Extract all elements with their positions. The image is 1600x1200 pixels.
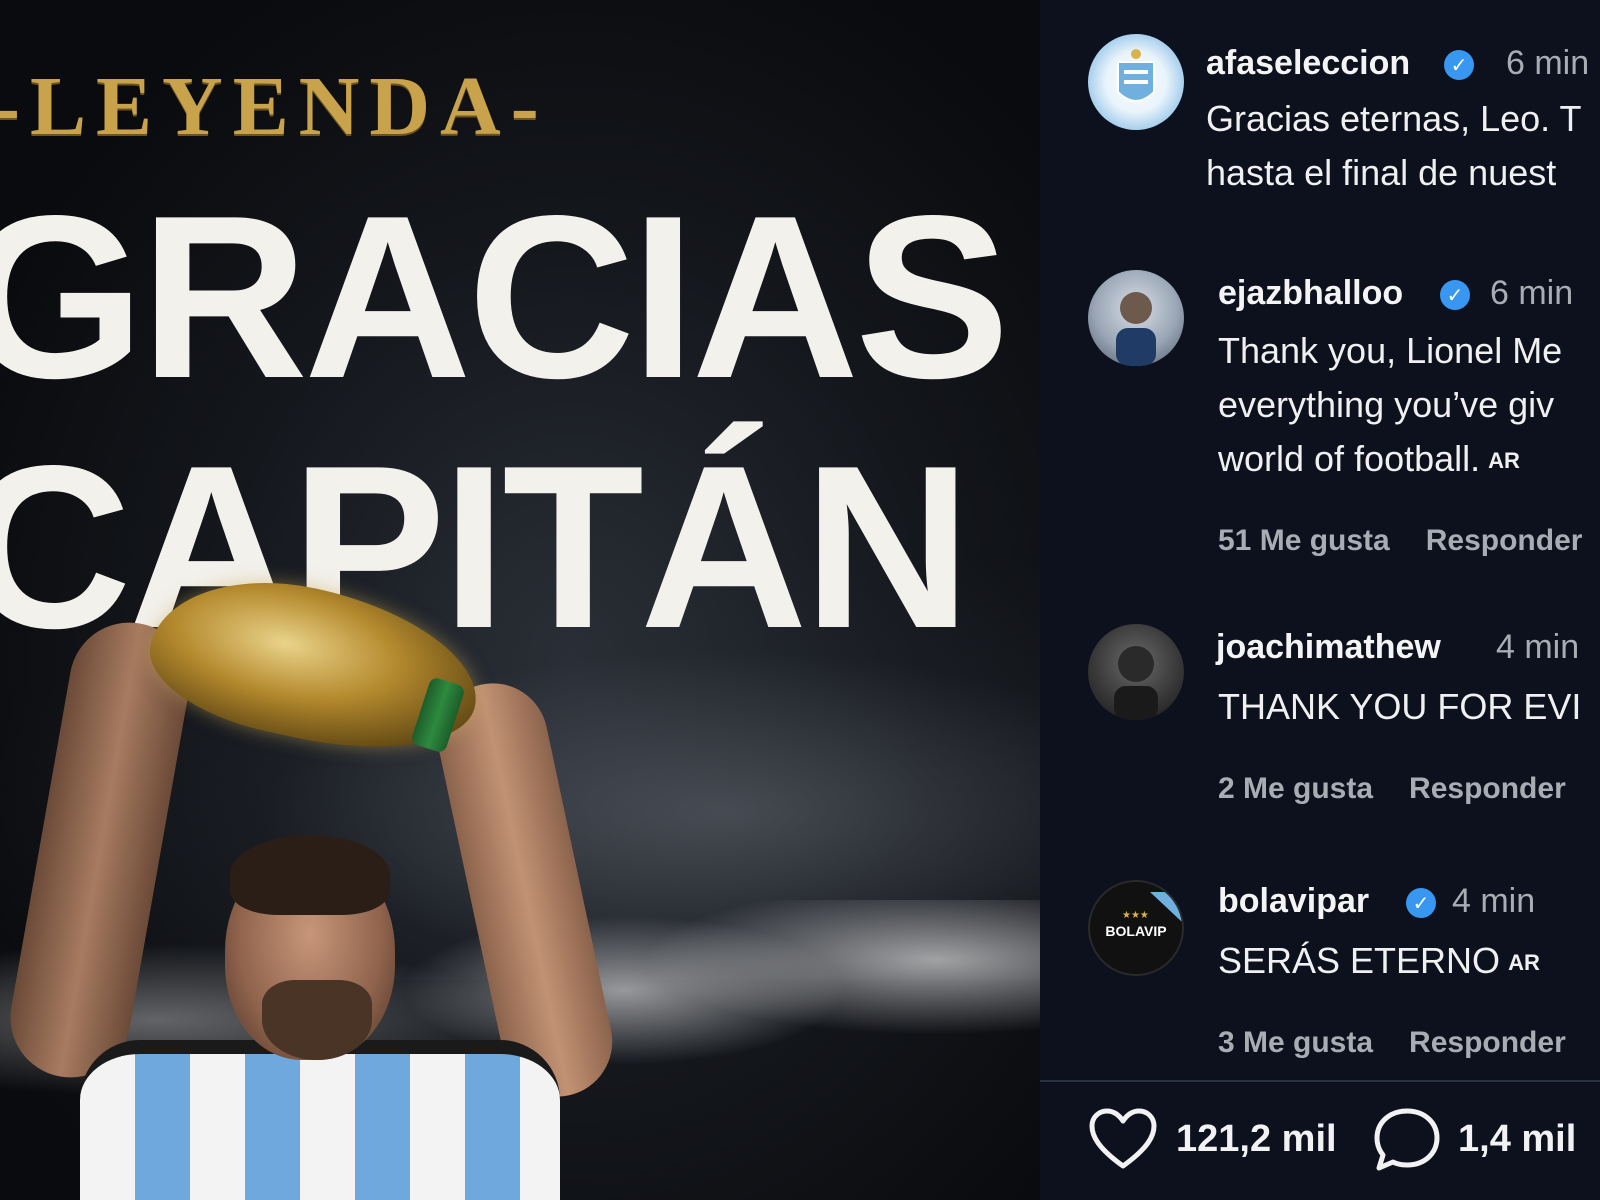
comment-text-line: SERÁS ETERNO xyxy=(1218,940,1501,981)
reply-button[interactable]: Responder xyxy=(1409,1026,1566,1059)
comment-username[interactable]: afaseleccion xyxy=(1206,44,1410,83)
comment-timestamp[interactable]: 4 min xyxy=(1496,628,1579,667)
comment-meta-row: 51 Me gusta Responder xyxy=(1218,524,1582,558)
like-button[interactable] xyxy=(1088,1108,1158,1175)
svg-text:★★★: ★★★ xyxy=(1122,910,1149,921)
reply-button[interactable]: Responder xyxy=(1426,524,1583,557)
player-jersey xyxy=(80,1040,560,1200)
avatar[interactable] xyxy=(1088,34,1184,130)
comment-text-line: THANK YOU FOR EVI xyxy=(1218,686,1582,727)
comment-meta-row: 3 Me gusta Responder xyxy=(1218,1026,1566,1060)
comment-text-line-with-tag: world of football. AR xyxy=(1218,432,1520,488)
afa-crest-icon xyxy=(1117,49,1155,102)
verified-badge-icon: ✓ xyxy=(1406,888,1436,918)
poster-kicker-text: -LEYENDA- xyxy=(0,60,549,153)
avatar[interactable]: BOLAVIP ★★★ xyxy=(1088,880,1184,976)
comment-username[interactable]: ejazbhalloo xyxy=(1218,274,1403,313)
heart-icon xyxy=(1089,1108,1157,1169)
likes-count[interactable]: 121,2 mil xyxy=(1176,1118,1337,1161)
avatar[interactable] xyxy=(1088,270,1184,366)
post-action-bar: 121,2 mil 1,4 mil xyxy=(1040,1080,1600,1200)
comment-username[interactable]: bolavipar xyxy=(1218,882,1369,921)
comment-like-count[interactable]: 2 Me gusta xyxy=(1218,772,1373,805)
comment-meta-row: 2 Me gusta Responder xyxy=(1218,772,1566,806)
comment-bubble-icon xyxy=(1374,1108,1440,1171)
comments-panel: afaseleccion ✓ 6 min Gracias eternas, Le… xyxy=(1040,0,1600,1200)
comment-button[interactable] xyxy=(1372,1106,1442,1179)
comment-text-line: everything you’ve giv xyxy=(1218,384,1555,425)
comment-text-line: Thank you, Lionel Me xyxy=(1218,330,1563,371)
user-photo-icon xyxy=(1116,292,1156,366)
comment-timestamp[interactable]: 4 min xyxy=(1452,882,1535,921)
bolavip-logo-icon: BOLAVIP ★★★ xyxy=(1090,882,1182,974)
argentina-flag-tag: AR xyxy=(1488,448,1520,474)
comment-text-line-with-tag: SERÁS ETERNO AR xyxy=(1218,934,1540,990)
bolavip-logo-label: BOLAVIP xyxy=(1105,923,1166,939)
comment-text-line: hasta el final de nuest xyxy=(1206,152,1557,193)
instagram-post-view: -LEYENDA- GRACIAS CAPITÁN afaseleccion ✓… xyxy=(0,0,1600,1200)
verified-badge-icon: ✓ xyxy=(1444,50,1474,80)
player-hair xyxy=(230,835,390,915)
post-image[interactable]: -LEYENDA- GRACIAS CAPITÁN xyxy=(0,0,1040,1200)
comments-count[interactable]: 1,4 mil xyxy=(1458,1118,1576,1161)
comment-timestamp[interactable]: 6 min xyxy=(1490,274,1573,313)
verified-badge-icon: ✓ xyxy=(1440,280,1470,310)
reply-button[interactable]: Responder xyxy=(1409,772,1566,805)
comment-text-line: Gracias eternas, Leo. T xyxy=(1206,98,1582,139)
comment-text-line: world of football. xyxy=(1218,438,1481,479)
argentina-flag-tag: AR xyxy=(1508,950,1540,976)
user-photo-icon xyxy=(1114,646,1158,720)
comment-username[interactable]: joachimathew xyxy=(1216,628,1441,667)
poster-headline-line1: GRACIAS xyxy=(0,168,1010,427)
avatar[interactable] xyxy=(1088,624,1184,720)
comment-like-count[interactable]: 51 Me gusta xyxy=(1218,524,1390,557)
comment-timestamp[interactable]: 6 min xyxy=(1506,44,1589,83)
comment-like-count[interactable]: 3 Me gusta xyxy=(1218,1026,1373,1059)
player-beard xyxy=(262,980,372,1060)
